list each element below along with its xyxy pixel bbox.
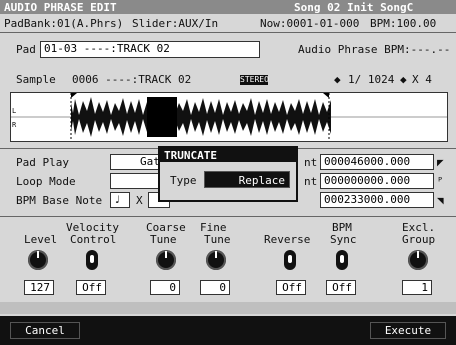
fine-label: Fine xyxy=(200,221,227,234)
velocity-label: Velocity xyxy=(66,221,119,234)
stereo-badge: STEREO xyxy=(240,75,269,85)
dialog-title-bar: TRUNCATE xyxy=(160,148,296,162)
screen-title: AUDIO PHRASE EDIT xyxy=(4,1,117,14)
coarse-tune-label: Tune xyxy=(150,233,177,246)
pad-value: 01-03 ----:TRACK 02 xyxy=(44,42,170,55)
pad-play-value: Gat xyxy=(140,155,160,168)
pad-select[interactable]: 01-03 ----:TRACK 02 xyxy=(40,41,260,58)
type-label: Type xyxy=(170,174,197,187)
title-bar: AUDIO PHRASE EDIT Song 02 Init SongC xyxy=(0,0,456,14)
loop-point-field[interactable]: 000000000.000 xyxy=(320,173,434,189)
velocity-toggle[interactable] xyxy=(86,250,98,270)
start-point-value: 000046000.000 xyxy=(324,155,411,168)
excl-group-value-box[interactable]: 1 xyxy=(402,280,432,295)
vertical-zoom-value: X 4 xyxy=(412,73,432,86)
excl-group-knob[interactable] xyxy=(408,250,428,270)
pad-label: Pad xyxy=(16,43,36,56)
start-marker-icon: ◤ xyxy=(437,156,444,169)
dialog-title: TRUNCATE xyxy=(164,149,217,162)
loop-point-label: nt xyxy=(304,175,318,188)
waveform-graphic xyxy=(11,93,447,141)
fine-tune-knob[interactable] xyxy=(206,250,226,270)
execute-button[interactable]: Execute xyxy=(370,322,446,339)
cancel-button[interactable]: Cancel xyxy=(10,322,80,339)
reverse-toggle[interactable] xyxy=(284,250,296,270)
level-value: 127 xyxy=(30,281,50,294)
level-knob[interactable] xyxy=(28,250,48,270)
function-bar: Cancel Execute xyxy=(0,316,456,345)
fine-value: 0 xyxy=(219,281,226,294)
bpm-sync-value: Off xyxy=(332,281,352,294)
audio-phrase-edit-screen: AUDIO PHRASE EDIT Song 02 Init SongC Pad… xyxy=(0,0,456,345)
channel-l-label: L xyxy=(12,107,17,115)
divider xyxy=(0,32,456,33)
padbank-status: PadBank:01(A.Phrs) xyxy=(4,17,124,30)
vertical-zoom-icon[interactable]: ◆ xyxy=(400,74,407,85)
sample-label: Sample xyxy=(16,73,56,86)
reverse-label: Reverse xyxy=(264,233,311,246)
bpm-base-note-multiplier: X xyxy=(136,194,143,207)
horizontal-zoom-value: 1/ 1024 xyxy=(348,73,395,86)
bpm-sync-label-1: BPM xyxy=(332,221,352,234)
start-point-field[interactable]: 000046000.000 xyxy=(320,154,434,170)
velocity-value-box[interactable]: Off xyxy=(76,280,106,295)
pad-play-label: Pad Play xyxy=(16,156,69,169)
bpm-sync-toggle[interactable] xyxy=(336,250,348,270)
reverse-value-box[interactable]: Off xyxy=(276,280,306,295)
velocity-value: Off xyxy=(82,281,102,294)
reverse-value: Off xyxy=(282,281,302,294)
slider-status: Slider:AUX/In xyxy=(132,17,219,30)
type-select[interactable]: Replace xyxy=(204,171,290,188)
excl-label: Excl. xyxy=(402,221,436,234)
loop-point-value: 000000000.000 xyxy=(324,174,411,187)
control-label: Control xyxy=(70,233,117,246)
level-value-box[interactable]: 127 xyxy=(24,280,54,295)
bottom-strip xyxy=(0,302,456,314)
level-label: Level xyxy=(24,233,58,246)
loop-marker-icon: ᴾ xyxy=(437,175,444,188)
fine-tune-label: Tune xyxy=(204,233,231,246)
audio-phrase-bpm: Audio Phrase BPM:---.-- xyxy=(298,43,451,56)
coarse-value: 0 xyxy=(169,281,176,294)
end-point-field[interactable]: 000233000.000 xyxy=(320,192,434,208)
fine-value-box[interactable]: 0 xyxy=(200,280,230,295)
quarter-note-icon: ♩ xyxy=(114,193,121,206)
loop-mode-label: Loop Mode xyxy=(16,175,76,188)
bpm-sync-value-box[interactable]: Off xyxy=(326,280,356,295)
divider xyxy=(0,216,456,217)
bpm-sync-label-2: Sync xyxy=(330,233,357,246)
type-value: Replace xyxy=(238,174,285,187)
coarse-tune-knob[interactable] xyxy=(156,250,176,270)
bpm-base-note-field[interactable]: ♩ xyxy=(110,192,130,208)
truncate-dialog: TRUNCATE Type Replace xyxy=(158,146,298,202)
bpm-status: BPM:100.00 xyxy=(370,17,437,30)
channel-r-label: R xyxy=(12,121,17,129)
group-label: Group xyxy=(402,233,436,246)
waveform-display[interactable]: L R xyxy=(10,92,448,142)
bpm-base-note-label: BPM Base Note xyxy=(16,194,103,207)
horizontal-zoom-icon[interactable]: ◆ xyxy=(334,74,341,85)
now-position: Now:0001-01-000 xyxy=(260,17,360,30)
sample-value: 0006 ----:TRACK 02 xyxy=(72,73,192,86)
coarse-value-box[interactable]: 0 xyxy=(150,280,180,295)
song-name: Song 02 Init SongC xyxy=(294,1,414,14)
coarse-label: Coarse xyxy=(146,221,186,234)
end-marker-icon: ◥ xyxy=(437,194,444,207)
start-point-label: nt xyxy=(304,156,318,169)
excl-group-value: 1 xyxy=(421,281,428,294)
end-point-value: 000233000.000 xyxy=(324,193,411,206)
